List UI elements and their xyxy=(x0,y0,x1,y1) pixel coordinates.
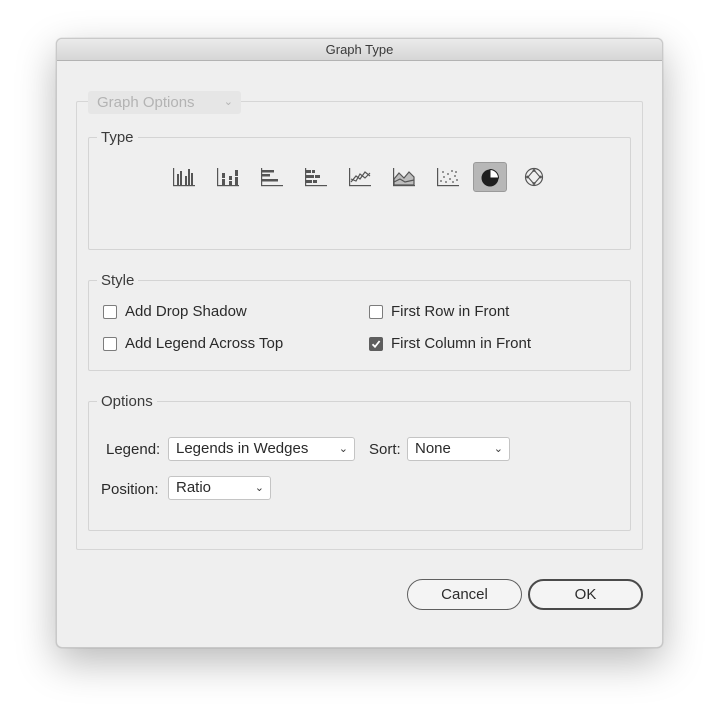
graph-type-dialog: Graph Type Graph Options ⌄ Type Style Ad… xyxy=(56,38,663,648)
stacked-column-graph-icon xyxy=(217,168,239,187)
type-group xyxy=(88,137,631,250)
chevron-down-icon: ⌄ xyxy=(223,96,233,108)
ok-button[interactable]: OK xyxy=(528,579,643,610)
pie-graph-icon xyxy=(481,168,500,187)
options-group-label: Options xyxy=(97,393,157,411)
window-title: Graph Type xyxy=(57,39,662,61)
first-column-in-front-label: First Column in Front xyxy=(391,335,532,352)
first-row-in-front-label: First Row in Front xyxy=(391,303,510,320)
type-pie[interactable] xyxy=(473,162,507,192)
stacked-bar-graph-icon xyxy=(305,168,327,187)
area-graph-icon xyxy=(393,168,415,187)
graph-options-dropdown[interactable]: Graph Options ⌄ xyxy=(88,91,241,114)
type-grouped-column[interactable] xyxy=(167,162,201,192)
position-select[interactable]: Ratio ⌄ xyxy=(168,476,271,500)
position-select-value: Ratio xyxy=(176,479,212,496)
type-scatter[interactable] xyxy=(431,162,465,192)
graph-options-label: Graph Options xyxy=(97,94,195,111)
style-group xyxy=(88,280,631,371)
checkmark-icon xyxy=(371,340,381,349)
type-stacked-bar[interactable] xyxy=(299,162,333,192)
sort-select[interactable]: None ⌄ xyxy=(407,437,510,461)
add-drop-shadow-label: Add Drop Shadow xyxy=(125,303,247,320)
type-radar[interactable] xyxy=(518,162,552,192)
chevron-down-icon: ⌄ xyxy=(254,482,264,494)
style-group-label: Style xyxy=(97,272,139,290)
type-grouped-bar[interactable] xyxy=(255,162,289,192)
add-legend-across-top-box[interactable] xyxy=(103,337,117,351)
type-stacked-column[interactable] xyxy=(211,162,245,192)
sort-select-value: None xyxy=(415,440,451,457)
grouped-bar-graph-icon xyxy=(261,168,283,187)
add-drop-shadow-box[interactable] xyxy=(103,305,117,319)
type-area[interactable] xyxy=(387,162,421,192)
first-column-in-front-box[interactable] xyxy=(369,337,383,351)
legend-label: Legend: xyxy=(106,441,161,458)
type-group-label: Type xyxy=(97,129,138,147)
cancel-button[interactable]: Cancel xyxy=(407,579,522,610)
line-graph-icon xyxy=(349,168,371,187)
add-legend-across-top-label: Add Legend Across Top xyxy=(125,335,284,352)
legend-select[interactable]: Legends in Wedges ⌄ xyxy=(168,437,355,461)
options-group xyxy=(88,401,631,531)
first-row-in-front-box[interactable] xyxy=(369,305,383,319)
legend-select-value: Legends in Wedges xyxy=(176,440,309,457)
radar-graph-icon xyxy=(524,167,544,187)
scatter-graph-icon xyxy=(437,168,459,187)
grouped-column-graph-icon xyxy=(173,168,195,187)
type-line[interactable] xyxy=(343,162,377,192)
sort-label: Sort: xyxy=(369,441,401,458)
chevron-down-icon: ⌄ xyxy=(493,443,503,455)
chevron-down-icon: ⌄ xyxy=(338,443,348,455)
position-label: Position: xyxy=(101,481,159,498)
